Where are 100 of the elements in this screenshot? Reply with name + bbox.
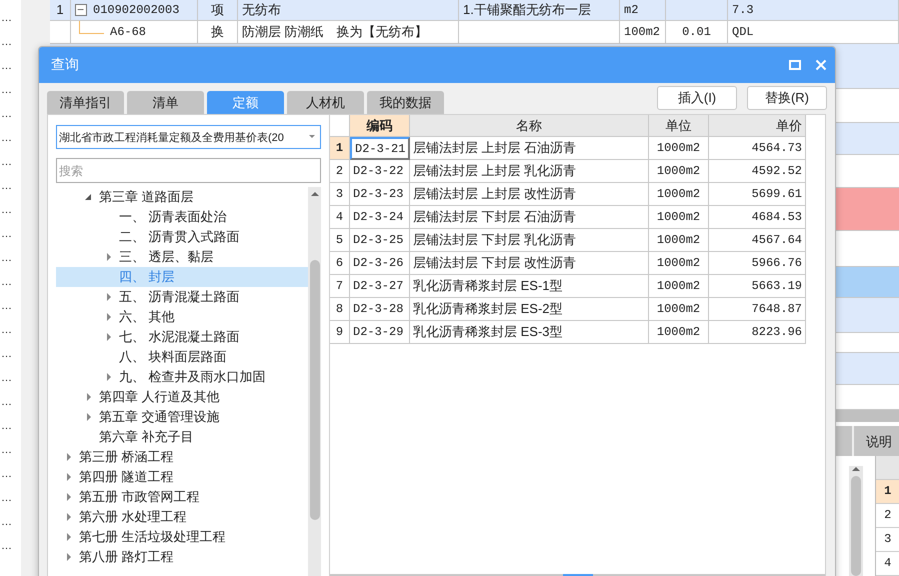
table-cell[interactable]: 1000m2 xyxy=(649,229,709,252)
ellipsis-mark: … xyxy=(1,84,12,96)
table-cell[interactable]: 1000m2 xyxy=(649,321,709,344)
tree-item[interactable]: 第五册 市政管网工程 xyxy=(56,487,308,507)
tree-item[interactable]: 第四册 隧道工程 xyxy=(56,467,308,487)
tab[interactable]: 清单 xyxy=(127,91,204,114)
ellipsis-mark: … xyxy=(1,540,12,552)
tree-item[interactable]: 二、 沥青贯入式路面 xyxy=(56,227,308,247)
table-cell[interactable]: 4684.53 xyxy=(709,206,806,229)
table-cell[interactable]: D2-3-29 xyxy=(350,321,410,344)
column-header[interactable]: 单价 xyxy=(709,115,806,137)
tree-item[interactable]: 七、 水泥混凝土路面 xyxy=(56,327,308,347)
row-number[interactable]: 6 xyxy=(330,252,350,275)
row-number[interactable]: 9 xyxy=(330,321,350,344)
table-cell[interactable]: 1000m2 xyxy=(649,252,709,275)
tree-item[interactable]: 第六章 补充子目 xyxy=(56,427,308,447)
tree-item[interactable]: 八、 块料面层路面 xyxy=(56,347,308,367)
table-cell[interactable]: D2-3-26 xyxy=(350,252,410,275)
row-number[interactable]: 4 xyxy=(330,206,350,229)
scroll-up-icon[interactable] xyxy=(850,466,861,472)
search-field[interactable]: 搜索 xyxy=(56,158,321,183)
action-button[interactable]: 替换(R) xyxy=(747,86,827,110)
table-cell[interactable]: D2-3-23 xyxy=(350,183,410,206)
table-cell[interactable]: D2-3-27 xyxy=(350,275,410,298)
row-number[interactable]: 2 xyxy=(876,504,899,528)
table-cell[interactable]: 层铺法封层 上封层 石油沥青 xyxy=(410,137,649,160)
tree-item[interactable]: 第三章 道路面层 xyxy=(56,187,308,207)
table-cell[interactable]: 1000m2 xyxy=(649,275,709,298)
table-cell[interactable]: 5663.19 xyxy=(709,275,806,298)
row-number[interactable]: 3 xyxy=(876,528,899,552)
row-number[interactable]: 5 xyxy=(330,229,350,252)
tree-item[interactable]: 第七册 生活垃圾处理工程 xyxy=(56,527,308,547)
table-cell: QDL xyxy=(728,20,899,44)
row-number[interactable]: 1 xyxy=(876,480,899,504)
table-cell[interactable]: 4567.64 xyxy=(709,229,806,252)
ellipsis-mark: … xyxy=(1,372,12,384)
scrollbar[interactable] xyxy=(848,466,863,576)
table-cell[interactable]: D2-3-21 xyxy=(350,137,410,160)
row-number[interactable]: 7 xyxy=(330,275,350,298)
table-cell[interactable]: 乳化沥青稀浆封层 ES-1型 xyxy=(410,275,649,298)
tree-item[interactable]: 一、 沥青表面处治 xyxy=(56,207,308,227)
ellipsis-mark: … xyxy=(1,300,12,312)
tab[interactable]: 清单指引 xyxy=(47,91,124,114)
column-header[interactable]: 名称 xyxy=(410,115,649,137)
column-header[interactable]: 编码 xyxy=(350,115,410,137)
table-cell[interactable]: 1000m2 xyxy=(649,206,709,229)
table-cell[interactable]: 4592.52 xyxy=(709,160,806,183)
tree-item[interactable]: 第四章 人行道及其他 xyxy=(56,387,308,407)
table-cell[interactable]: 5966.76 xyxy=(709,252,806,275)
column-header[interactable]: 单位 xyxy=(649,115,709,137)
table-cell[interactable]: 5699.61 xyxy=(709,183,806,206)
table-cell[interactable]: 层铺法封层 下封层 石油沥青 xyxy=(410,206,649,229)
scrollbar[interactable] xyxy=(308,187,321,576)
library-dropdown[interactable]: 湖北省市政工程消耗量定额及全费用基价表(20 xyxy=(56,125,321,149)
table-cell[interactable]: D2-3-22 xyxy=(350,160,410,183)
table-cell[interactable]: 层铺法封层 下封层 改性沥青 xyxy=(410,252,649,275)
table-cell[interactable]: 1000m2 xyxy=(649,160,709,183)
table-cell[interactable]: D2-3-24 xyxy=(350,206,410,229)
tree-item[interactable]: 九、 检查井及雨水口加固 xyxy=(56,367,308,387)
table-cell[interactable]: 7648.87 xyxy=(709,298,806,321)
tab[interactable]: 人材机 xyxy=(287,91,364,114)
tree-item[interactable]: 第五章 交通管理设施 xyxy=(56,407,308,427)
table-cell[interactable]: 乳化沥青稀浆封层 ES-2型 xyxy=(410,298,649,321)
ellipsis-mark: … xyxy=(1,348,12,360)
row-number[interactable]: 1 xyxy=(330,137,350,160)
table-cell[interactable]: 4564.73 xyxy=(709,137,806,160)
scroll-up-icon[interactable] xyxy=(310,190,320,198)
tree-item[interactable]: 三、 透层、黏层 xyxy=(56,247,308,267)
table-cell[interactable]: 层铺法封层 上封层 乳化沥青 xyxy=(410,160,649,183)
table-cell[interactable]: 乳化沥青稀浆封层 ES-3型 xyxy=(410,321,649,344)
tree-item[interactable]: 第八册 路灯工程 xyxy=(56,547,308,567)
table-cell[interactable]: 1000m2 xyxy=(649,137,709,160)
ellipsis-mark: … xyxy=(1,420,12,432)
ellipsis-mark: … xyxy=(1,12,12,24)
table-cell[interactable]: 1000m2 xyxy=(649,183,709,206)
ellipsis-mark: … xyxy=(1,252,12,264)
table-cell: 100m2 xyxy=(620,20,666,44)
maximize-icon[interactable] xyxy=(789,60,801,70)
table-cell[interactable]: D2-3-28 xyxy=(350,298,410,321)
close-icon[interactable] xyxy=(815,59,827,71)
table-cell: 1.干铺聚酯无纺布一层 xyxy=(459,0,620,20)
table-cell[interactable]: 层铺法封层 上封层 改性沥青 xyxy=(410,183,649,206)
tree-item[interactable]: 五、 沥青混凝土路面 xyxy=(56,287,308,307)
tree-item[interactable]: 第六册 水处理工程 xyxy=(56,507,308,527)
table-cell[interactable]: 1000m2 xyxy=(649,298,709,321)
row-number[interactable]: 8 xyxy=(330,298,350,321)
row-number[interactable]: 4 xyxy=(876,552,899,576)
row-number[interactable]: 2 xyxy=(330,160,350,183)
table-row[interactable]: 1 010902002003 项 无纺布 1.干铺聚酯无纺布一层 m2 7.3 xyxy=(50,0,899,21)
table-cell[interactable]: 8223.96 xyxy=(709,321,806,344)
tree-item[interactable]: 六、 其他 xyxy=(56,307,308,327)
tree-item[interactable]: 第三册 桥涵工程 xyxy=(56,447,308,467)
table-cell[interactable]: D2-3-25 xyxy=(350,229,410,252)
table-cell[interactable]: 层铺法封层 下封层 乳化沥青 xyxy=(410,229,649,252)
table-cell: 换 xyxy=(198,20,238,44)
collapse-icon[interactable] xyxy=(75,4,87,16)
action-button[interactable]: 插入(I) xyxy=(657,86,737,110)
ellipsis-mark: … xyxy=(1,516,12,528)
row-number[interactable]: 3 xyxy=(330,183,350,206)
tab[interactable]: 我的数据 xyxy=(367,91,444,114)
